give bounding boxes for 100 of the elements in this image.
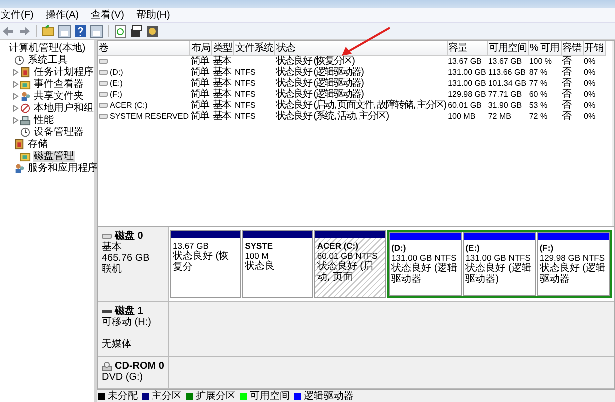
disk-type: 基本 xyxy=(102,242,122,253)
table-cell: NTFS xyxy=(234,112,256,121)
tree-item[interactable]: 服务和应用程序 xyxy=(27,162,99,174)
table-cell: 131.00 GB xyxy=(448,79,486,88)
partition-name: ACER (C:) xyxy=(317,241,358,251)
column-header[interactable]: 卷 xyxy=(98,41,190,56)
expand-arrow-icon[interactable] xyxy=(13,68,19,76)
folder-icon[interactable] xyxy=(42,24,55,38)
menu-item[interactable]: 文件(F) xyxy=(0,8,35,22)
table-cell: 基本 xyxy=(212,78,231,89)
legend-label: 可用空间 xyxy=(250,390,290,402)
disk-name: CD-ROM 0 xyxy=(115,360,164,372)
partition[interactable]: 13.67 GB 状态良好 (恢复分 xyxy=(170,230,242,298)
pane-icon[interactable] xyxy=(90,24,103,38)
forward-icon[interactable] xyxy=(18,24,31,38)
column-header[interactable]: 容量 xyxy=(447,41,488,56)
table-cell: (E:) xyxy=(110,78,123,89)
partition[interactable]: (F:) 129.98 GB NTFS 状态良好 (逻辑驱动器 xyxy=(536,232,610,296)
partition-name: (D:) xyxy=(392,243,406,253)
table-cell: 77 % xyxy=(529,79,548,88)
partition-status: 状态良好 (恢复分 xyxy=(173,251,230,273)
table-cell: 简单 xyxy=(190,56,209,67)
pane-icon[interactable] xyxy=(58,24,71,38)
table-cell: 基本 xyxy=(212,67,231,78)
partition[interactable]: (E:) 131.00 GB NTFS 状态良好 (逻辑驱动器) xyxy=(462,232,536,296)
disk-name: 磁盘 0 xyxy=(115,230,144,242)
extended-partition[interactable]: (D:) 131.00 GB NTFS 状态良好 (逻辑驱动器 (E:) 131.00 GB NTFS 状态良好 (逻辑驱动器) (F:) 129.98 GB NTFS 状态良好 (逻辑驱动器 xyxy=(386,230,612,298)
table-cell: 否 xyxy=(562,100,572,111)
partition-status: 状态良好 (逻辑驱动器 xyxy=(392,263,459,285)
column-header[interactable]: 类型 xyxy=(212,41,234,56)
tree-item[interactable]: 设备管理器 xyxy=(33,126,85,138)
table-cell: 13.67 GB xyxy=(488,57,522,66)
partition-size: 129.98 GB NTFS xyxy=(540,253,606,263)
table-cell: NTFS xyxy=(234,79,256,88)
refresh-icon[interactable] xyxy=(114,24,127,38)
table-cell: 否 xyxy=(562,67,572,78)
partition-status: 状态良好 (启动, 页面 xyxy=(317,261,374,283)
expand-arrow-icon[interactable] xyxy=(13,104,19,112)
tree-item[interactable]: 系统工具 xyxy=(27,54,69,66)
partition[interactable]: SYSTE 100 M 状态良 xyxy=(242,230,314,298)
table-cell: 53 % xyxy=(529,101,548,110)
column-header[interactable]: 开销 xyxy=(583,41,606,56)
tree-item[interactable]: 性能 xyxy=(33,114,55,126)
table-cell: 13.67 GB xyxy=(448,57,482,66)
table-cell: NTFS xyxy=(234,68,256,77)
disk-name: 磁盘 1 xyxy=(115,304,144,317)
table-cell: NTFS xyxy=(234,101,256,110)
tree-item[interactable]: 事件查看器 xyxy=(33,78,85,90)
table-cell: 0% xyxy=(584,112,596,121)
disk-status: 无媒体 xyxy=(102,339,132,350)
partition[interactable]: (D:) 131.00 GB NTFS 状态良好 (逻辑驱动器 xyxy=(388,232,462,296)
scroll-bar[interactable] xyxy=(612,41,614,226)
table-cell: SYSTEM RESERVED xyxy=(110,111,189,122)
table-cell: 60 % xyxy=(529,90,548,99)
partition-name: SYSTE xyxy=(245,241,274,251)
table-cell: 72 MB xyxy=(488,112,512,121)
partition-name: (F:) xyxy=(540,243,554,253)
partition[interactable]: ACER (C:) 60.01 GB NTFS 状态良好 (启动, 页面 xyxy=(314,230,386,298)
menu-item[interactable]: 操作(A) xyxy=(44,8,80,22)
menu-item[interactable]: 查看(V) xyxy=(90,8,126,22)
expand-arrow-icon[interactable] xyxy=(13,116,19,124)
back-icon[interactable] xyxy=(2,24,15,38)
cd-drive-icon xyxy=(102,362,112,370)
column-header[interactable]: 布局 xyxy=(190,41,212,56)
column-header[interactable]: 状态 xyxy=(274,41,448,56)
table-cell: 60.01 GB xyxy=(448,101,482,110)
table-cell: 简单 xyxy=(190,67,209,78)
tree-item[interactable]: 磁盘管理 xyxy=(33,150,75,162)
column-header[interactable]: % 可用 xyxy=(528,41,562,56)
table-cell: 113.66 GB xyxy=(488,68,526,77)
partition-size: 100 M xyxy=(245,251,269,261)
column-header[interactable]: 文件系统 xyxy=(234,41,275,56)
tree-item[interactable]: 任务计划程序 xyxy=(33,66,95,78)
partition-size: 13.67 GB xyxy=(173,241,209,251)
tree-item[interactable]: 计算机管理(本地) xyxy=(8,42,87,54)
menu-item[interactable]: 帮助(H) xyxy=(135,8,172,22)
tree-item-icon xyxy=(14,54,25,66)
table-cell: 状态良好 (逻辑驱动器) xyxy=(276,89,364,100)
table-cell: 100 % xyxy=(529,57,552,66)
annotation-arrow xyxy=(340,26,392,58)
table-cell: 129.98 GB xyxy=(448,90,486,99)
table-cell: 否 xyxy=(562,111,572,122)
table-cell: NTFS xyxy=(234,90,256,99)
tree-item[interactable]: 本地用户和组 xyxy=(33,102,95,114)
table-cell: 87 % xyxy=(529,68,548,77)
help-icon[interactable] xyxy=(74,24,87,38)
disk-status: 联机 xyxy=(102,264,122,275)
table-cell: 基本 xyxy=(212,56,231,67)
table-cell: 否 xyxy=(562,78,572,89)
table-cell: 0% xyxy=(584,57,596,66)
expand-arrow-icon[interactable] xyxy=(13,80,19,88)
disk-type: DVD (G:) xyxy=(102,372,144,383)
partition-name: (E:) xyxy=(466,243,480,253)
tree-item[interactable]: 存储 xyxy=(27,138,49,150)
properties-icon[interactable] xyxy=(130,24,143,38)
table-cell: 否 xyxy=(562,56,572,67)
expand-arrow-icon[interactable] xyxy=(13,92,19,100)
column-header[interactable]: 可用空间 xyxy=(487,41,528,56)
column-header[interactable]: 容错 xyxy=(561,41,584,56)
tree-item[interactable]: 共享文件夹 xyxy=(33,90,85,102)
